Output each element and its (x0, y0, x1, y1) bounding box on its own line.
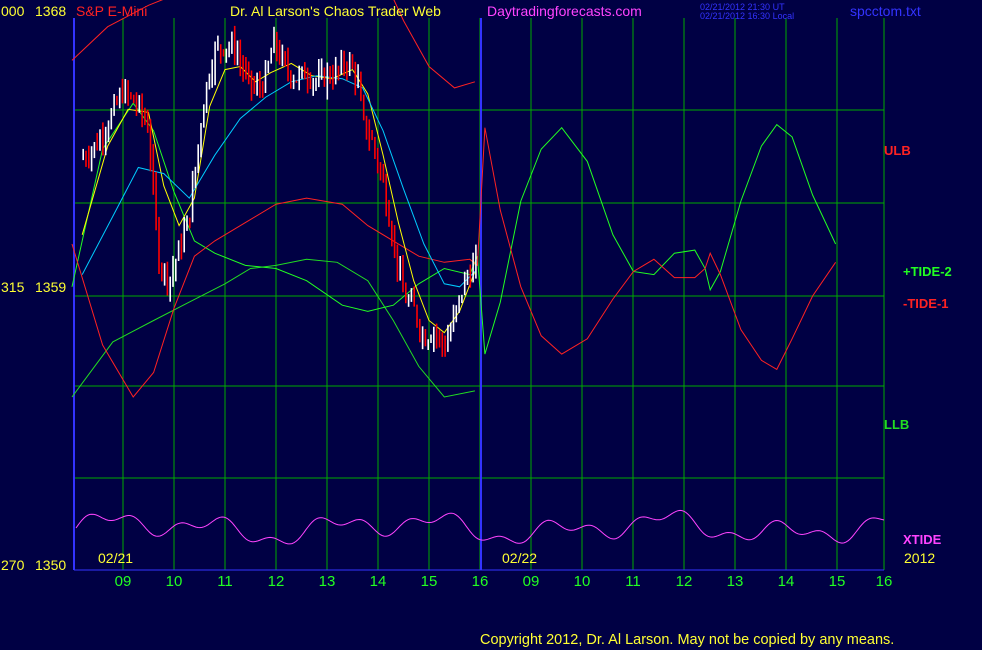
bottom-price-label: 1350 (35, 557, 66, 573)
hour-tick-labels: 09 10 11 12 13 14 15 16 09 10 11 12 13 14 15 16 (115, 573, 893, 590)
hour-tick-label: 13 (727, 573, 744, 590)
top-price-label: 1368 (35, 3, 66, 19)
mid-price-label: 1359 (35, 279, 66, 295)
hour-tick-label: 14 (370, 573, 387, 590)
timestamp-local: 02/21/2012 16:30 Local (700, 11, 794, 21)
legend-llb: LLB (884, 417, 909, 432)
series-line (81, 62, 476, 334)
hour-tick-label: 16 (472, 573, 489, 590)
hour-tick-label: 12 (676, 573, 693, 590)
hour-tick-label: 10 (574, 573, 591, 590)
hour-tick-label: 13 (319, 573, 336, 590)
hour-tick-label: 14 (778, 573, 795, 590)
hour-tick-label: 15 (829, 573, 846, 590)
hour-tick-label: 11 (217, 573, 233, 590)
hour-tick-label: 09 (523, 573, 540, 590)
series-line (71, 258, 475, 398)
site-link[interactable]: Daytradingforecasts.com (487, 3, 642, 19)
file-name: spcctom.txt (850, 3, 921, 19)
copyright-footer: Copyright 2012, Dr. Al Larson. May not b… (480, 632, 894, 648)
date-label-2: 02/22 (502, 550, 537, 566)
hour-tick-label: 10 (166, 573, 183, 590)
hour-tick-label: 16 (876, 573, 893, 590)
hour-tick-label: 09 (115, 573, 132, 590)
top-price-code: 000 (1, 3, 25, 19)
price-bars (82, 25, 477, 357)
legend-xtide: XTIDE (903, 532, 942, 547)
chart-axes (73, 18, 884, 571)
chart-title: Dr. Al Larson's Chaos Trader Web (230, 3, 441, 19)
date-label-1: 02/21 (98, 550, 133, 566)
bottom-price-code: 270 (1, 557, 25, 573)
hour-tick-label: 11 (625, 573, 641, 590)
chart-grid (74, 18, 885, 570)
instrument-label: S&P E-Mini (76, 3, 147, 19)
hour-tick-label: 15 (421, 573, 438, 590)
chart-canvas: 000 1368 S&P E-Mini Dr. Al Larson's Chao… (1, 0, 952, 648)
chart-series (71, 0, 885, 545)
series-line (71, 127, 837, 398)
mid-price-code: 315 (1, 279, 25, 295)
year-label: 2012 (904, 550, 935, 566)
series-line (81, 75, 476, 288)
legend-tide-minus1: -TIDE-1 (903, 296, 949, 311)
legend-tide-plus2: +TIDE-2 (903, 264, 952, 279)
hour-tick-label: 12 (268, 573, 285, 590)
legend-ulb: ULB (884, 143, 911, 158)
